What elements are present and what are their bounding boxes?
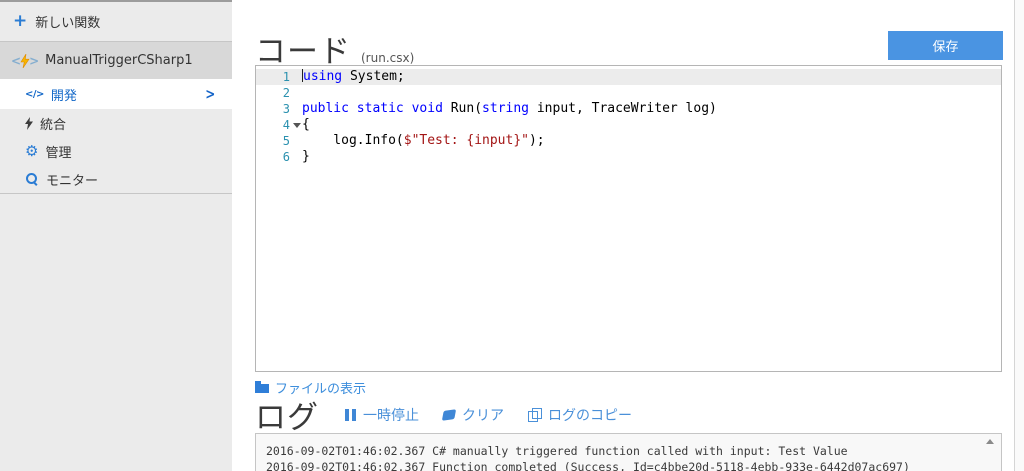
log-header: ログ 一時停止 クリア ログのコピー (255, 392, 656, 437)
line-number: 4 (282, 118, 290, 132)
log-output-panel[interactable]: 2016-09-02T01:46:02.367 C# manually trig… (255, 433, 1002, 471)
function-name: ManualTriggerCSharp1 (45, 53, 193, 68)
fold-gutter[interactable] (290, 117, 302, 133)
sidebar-item-integrate[interactable]: 統合 (0, 109, 232, 137)
scroll-up-icon[interactable] (986, 439, 994, 444)
chevron-right-icon: > (205, 85, 216, 103)
sidebar-item-manage[interactable]: ⚙ 管理 (0, 137, 232, 165)
copy-logs-button[interactable]: ログのコピー (528, 405, 632, 425)
line-number: 2 (282, 86, 290, 100)
pause-label: 一時停止 (363, 407, 419, 424)
new-function-label: 新しい関数 (35, 16, 101, 31)
clear-button[interactable]: クリア (441, 405, 504, 425)
manage-label: 管理 (45, 145, 72, 161)
page-scrollbar-track[interactable] (1014, 0, 1024, 471)
sidebar-item-function[interactable]: < > ManualTriggerCSharp1 (0, 42, 232, 79)
line-number: 6 (282, 150, 290, 164)
code-line[interactable]: 4{ (256, 117, 1001, 133)
fold-gutter (290, 85, 302, 101)
azure-functions-develop-page: + 新しい関数 < > ManualTriggerCSharp1 </> 開発 >… (0, 0, 1024, 471)
code-line[interactable]: 6} (256, 149, 1001, 165)
code-editor[interactable]: 1 using System; 2 3 public static void Run(s… (255, 65, 1002, 372)
eraser-icon (441, 408, 457, 421)
copy-logs-label: ログのコピー (548, 407, 632, 424)
pause-icon (345, 408, 356, 421)
sidebar-item-develop[interactable]: </> 開発 > (0, 79, 232, 109)
function-bolt-icon: < > (11, 53, 40, 68)
code-line-text: { (302, 117, 310, 132)
gear-icon: ⚙ (25, 141, 39, 160)
code-line[interactable]: 2 (256, 85, 1001, 101)
code-line-text: log.Info($"Test: {input}"); (302, 133, 545, 148)
log-title: ログ (255, 400, 319, 436)
line-number: 5 (282, 134, 290, 148)
clear-label: クリア (462, 407, 504, 424)
sidebar: + 新しい関数 < > ManualTriggerCSharp1 </> 開発 >… (0, 0, 232, 471)
fold-gutter (290, 69, 302, 85)
fold-gutter (290, 101, 302, 117)
search-icon (25, 172, 39, 186)
line-number: 1 (282, 70, 290, 84)
code-line-text: using System; (302, 69, 405, 84)
line-number: 3 (282, 102, 290, 116)
copy-icon (528, 408, 542, 422)
code-line[interactable]: 3 public static void Run(string input, Tr… (256, 101, 1001, 117)
fold-gutter (290, 133, 302, 149)
monitor-label: モニター (46, 173, 99, 189)
new-function-button[interactable]: + 新しい関数 (0, 2, 232, 41)
code-line-text: } (302, 149, 310, 164)
save-button[interactable]: 保存 (888, 31, 1003, 60)
main-content: コード (run.csx) 保存 1 using System; 2 3 public … (232, 0, 1024, 471)
code-line-text: public static void Run(string input, Tra… (302, 101, 717, 116)
code-line[interactable]: 5 log.Info($"Test: {input}"); (256, 133, 1001, 149)
integrate-label: 統合 (40, 117, 67, 133)
log-line: 2016-09-02T01:46:02.367 C# manually trig… (266, 444, 848, 458)
code-tag-icon: </> (25, 88, 44, 100)
code-line[interactable]: 1 using System; (256, 69, 1001, 85)
fold-arrow-icon[interactable] (293, 123, 301, 128)
lightning-icon (25, 116, 33, 130)
pause-button[interactable]: 一時停止 (345, 405, 419, 425)
log-line: 2016-09-02T01:46:02.367 Function complet… (266, 460, 910, 471)
sidebar-item-monitor[interactable]: モニター (0, 165, 232, 193)
fold-gutter (290, 149, 302, 165)
file-name: (run.csx) (361, 51, 415, 65)
develop-label: 開発 (50, 88, 77, 104)
sidebar-divider (0, 193, 232, 194)
plus-icon: + (13, 11, 28, 31)
